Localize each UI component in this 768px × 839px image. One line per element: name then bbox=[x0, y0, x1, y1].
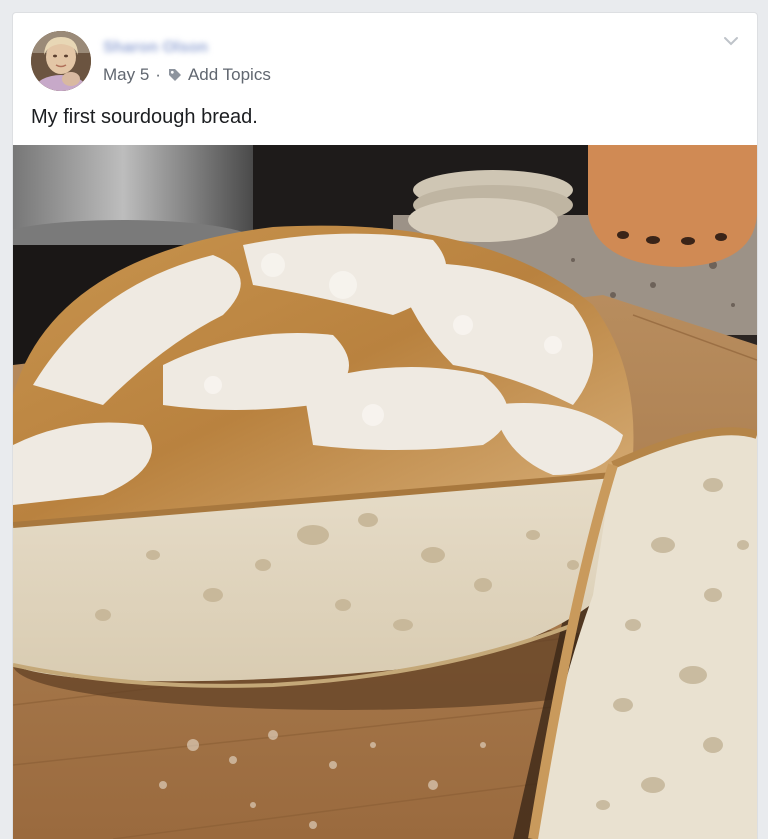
tag-icon bbox=[167, 67, 183, 83]
author-avatar[interactable] bbox=[31, 31, 91, 91]
avatar-photo bbox=[31, 31, 91, 91]
author-name[interactable]: Sharon Olson bbox=[103, 39, 243, 57]
chevron-down-icon[interactable] bbox=[721, 33, 741, 49]
post-date[interactable]: May 5 bbox=[103, 65, 149, 85]
add-topics-link[interactable]: Add Topics bbox=[188, 65, 271, 85]
post-card: Sharon Olson May 5 · Add Topics My first… bbox=[12, 12, 758, 839]
meta-separator: · bbox=[155, 65, 161, 84]
post-header: Sharon Olson May 5 · Add Topics bbox=[13, 13, 757, 103]
post-text: My first sourdough bread. bbox=[31, 106, 258, 128]
post-meta: May 5 · Add Topics bbox=[103, 65, 271, 85]
bread-photo bbox=[13, 145, 757, 839]
post-photo[interactable] bbox=[13, 145, 757, 839]
